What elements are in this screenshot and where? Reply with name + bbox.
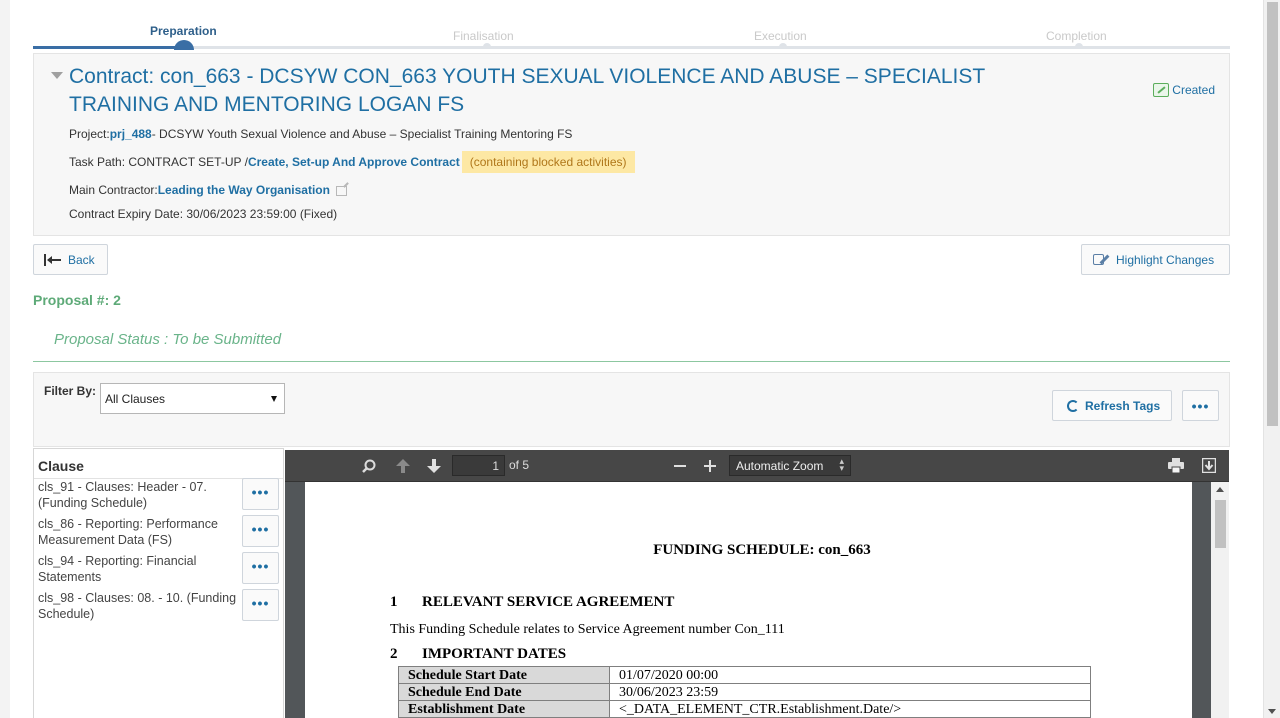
- task-path-label: Task Path: CONTRACT SET-UP /: [69, 155, 248, 169]
- back-arrow-icon: [44, 253, 62, 266]
- clause-menu-button[interactable]: •••: [242, 589, 279, 621]
- page-scroll-thumb[interactable]: [1267, 2, 1278, 426]
- page-count: of 5: [509, 458, 530, 472]
- step-completion[interactable]: Completion: [1046, 29, 1107, 43]
- back-button[interactable]: Back: [33, 244, 108, 275]
- progress-stepper: Preparation Finalisation Execution Compl…: [33, 0, 1230, 50]
- filter-selected-value: All Clauses: [105, 392, 166, 406]
- scroll-down-icon[interactable]: [1268, 709, 1276, 714]
- project-description: - DCSYW Youth Sexual Violence and Abuse …: [151, 127, 573, 141]
- search-icon[interactable]: [362, 459, 376, 473]
- refresh-icon: [1067, 399, 1079, 412]
- table-row: Schedule End Date 30/06/2023 23:59: [398, 683, 1091, 701]
- status-badge: Created: [1153, 83, 1215, 97]
- table-cell-value: <_DATA_ELEMENT_CTR.Establishment.Date/>: [609, 700, 1091, 718]
- proposal-status: Proposal Status : To be Submitted: [54, 331, 282, 348]
- zoom-select[interactable]: Automatic Zoom ▴ ▾: [729, 455, 851, 476]
- clause-item-cls-94[interactable]: cls_94 - Reporting: Financial Statements: [38, 553, 238, 585]
- main-contractor-line: Main Contractor: Leading the Way Organis…: [69, 183, 347, 197]
- page-scrollbar[interactable]: [1263, 0, 1280, 718]
- document-title: FUNDING SCHEDULE: con_663: [653, 542, 871, 558]
- section-heading: RELEVANT SERVICE AGREEMENT: [422, 594, 675, 610]
- pdf-viewer: 1 of 5 Automatic Zoom ▴ ▾ FUNDING SCHEDU…: [285, 450, 1229, 718]
- contract-expiry: Contract Expiry Date: 30/06/2023 23:59:0…: [69, 207, 338, 221]
- clause-item-cls-98[interactable]: cls_98 - Clauses: 08. - 10. (Funding Sch…: [38, 590, 238, 622]
- filter-label: Filter By:: [44, 384, 97, 398]
- contract-header-panel: Contract: con_663 - DCSYW CON_663 YOUTH …: [33, 53, 1230, 236]
- chevron-down-icon: [271, 396, 277, 402]
- clause-column-header: Clause: [38, 458, 84, 474]
- contract-title: Contract: con_663 - DCSYW CON_663 YOUTH …: [69, 65, 985, 116]
- back-button-label: Back: [68, 252, 95, 267]
- external-link-icon[interactable]: [335, 186, 347, 196]
- zoom-out-icon[interactable]: [674, 460, 686, 472]
- step-finalisation[interactable]: Finalisation: [453, 29, 514, 43]
- zoom-in-icon[interactable]: [704, 460, 716, 472]
- step-finalisation-marker: [483, 43, 491, 49]
- project-line: Project: prj_488 - DCSYW Youth Sexual Vi…: [69, 127, 572, 141]
- refresh-tags-label: Refresh Tags: [1085, 398, 1161, 413]
- filter-panel: Filter By: All Clauses: [33, 372, 1230, 447]
- table-cell-value: 01/07/2020 00:00: [609, 666, 1091, 684]
- table-cell-key: Schedule End Date: [398, 683, 610, 701]
- chevron-updown-icon: ▴ ▾: [839, 456, 844, 473]
- table-cell-key: Schedule Start Date: [398, 666, 610, 684]
- blocked-activities-note: (containing blocked activities): [461, 151, 635, 173]
- created-status-icon: [1153, 83, 1170, 97]
- pdf-scroll-thumb[interactable]: [1215, 500, 1226, 548]
- stepper-track: [33, 46, 1230, 49]
- pdf-toolbar: 1 of 5 Automatic Zoom ▴ ▾: [285, 450, 1229, 482]
- section-number: 1: [390, 594, 398, 610]
- more-actions-button[interactable]: •••: [1182, 390, 1219, 421]
- left-gutter: [0, 0, 10, 718]
- pdf-scrollbar[interactable]: [1211, 482, 1229, 718]
- section-number: 2: [390, 646, 398, 662]
- zoom-value: Automatic Zoom: [736, 459, 824, 473]
- highlight-changes-icon: [1092, 252, 1110, 268]
- previous-page-icon[interactable]: [395, 458, 411, 474]
- step-execution[interactable]: Execution: [754, 29, 807, 43]
- step-execution-marker: [779, 43, 787, 49]
- section-paragraph: This Funding Schedule relates to Service…: [390, 622, 785, 637]
- clause-item-cls-91[interactable]: cls_91 - Clauses: Header - 07. (Funding …: [38, 479, 238, 511]
- table-cell-value: 30/06/2023 23:59: [609, 683, 1091, 701]
- status-label: Created: [1172, 83, 1215, 97]
- task-path-line: Task Path: CONTRACT SET-UP / Create, Set…: [69, 151, 635, 173]
- proposal-number: Proposal #: 2: [33, 292, 121, 308]
- main-contractor-label: Main Contractor:: [69, 183, 158, 197]
- main-contractor-link[interactable]: Leading the Way Organisation: [158, 183, 330, 197]
- download-icon[interactable]: [1202, 458, 1216, 473]
- table-row: Schedule Start Date 01/07/2020 00:00: [398, 666, 1091, 684]
- project-label: Project:: [69, 127, 110, 141]
- project-link[interactable]: prj_488: [110, 127, 152, 141]
- clause-menu-button[interactable]: •••: [242, 478, 279, 510]
- step-completion-marker: [1075, 43, 1083, 49]
- stepper-track-active: [33, 46, 193, 49]
- important-dates-table: Schedule Start Date 01/07/2020 00:00 Sch…: [398, 666, 1091, 718]
- caret-down-icon[interactable]: [51, 72, 63, 79]
- table-cell-key: Establishment Date: [398, 700, 610, 718]
- page-number-input[interactable]: 1: [452, 455, 505, 476]
- clause-item-cls-86[interactable]: cls_86 - Reporting: Performance Measurem…: [38, 516, 238, 548]
- print-icon[interactable]: [1168, 458, 1184, 473]
- contract-proposal-page: Preparation Finalisation Execution Compl…: [0, 0, 1280, 718]
- clause-list: Clause cls_91 - Clauses: Header - 07. (F…: [33, 448, 284, 718]
- step-preparation[interactable]: Preparation: [150, 24, 217, 38]
- clause-menu-button[interactable]: •••: [242, 552, 279, 584]
- filter-select[interactable]: All Clauses: [100, 383, 285, 414]
- section-heading: IMPORTANT DATES: [422, 646, 567, 662]
- pdf-page: FUNDING SCHEDULE: con_663 1 RELEVANT SER…: [305, 482, 1192, 718]
- clause-menu-button[interactable]: •••: [242, 515, 279, 547]
- highlight-changes-button[interactable]: Highlight Changes: [1081, 244, 1230, 275]
- scroll-up-icon[interactable]: [1216, 487, 1224, 492]
- table-row: Establishment Date <_DATA_ELEMENT_CTR.Es…: [398, 700, 1091, 718]
- next-page-icon[interactable]: [426, 458, 442, 474]
- highlight-changes-label: Highlight Changes: [1116, 252, 1215, 267]
- step-preparation-marker: [174, 40, 194, 50]
- task-path-link[interactable]: Create, Set-up And Approve Contract: [248, 155, 460, 169]
- refresh-tags-button[interactable]: Refresh Tags: [1052, 390, 1172, 421]
- section-divider: [33, 361, 1230, 362]
